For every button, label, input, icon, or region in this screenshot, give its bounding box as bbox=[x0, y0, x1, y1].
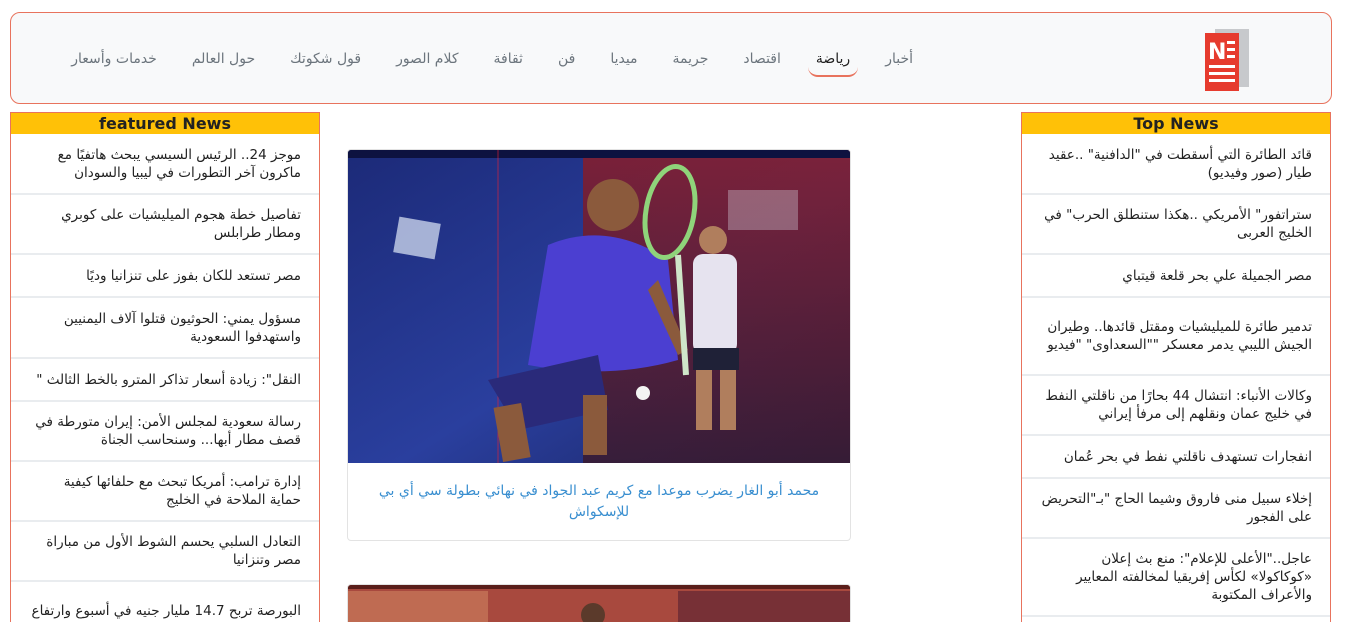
site-header: N أخبار رياضة اقتصاد جريمة ميديا فن ثقاف… bbox=[10, 12, 1332, 104]
top-news-item[interactable]: انفجارات تستهدف ناقلتي نفط في بحر عُمان bbox=[1022, 436, 1330, 479]
nav-item-world[interactable]: حول العالم bbox=[192, 45, 255, 73]
top-news-item[interactable]: إخلاء سبيل منى فاروق وشيما الحاج "بـ"الت… bbox=[1022, 479, 1330, 539]
svg-text:N: N bbox=[1208, 40, 1226, 65]
top-news-item[interactable]: قائد الطائرة التي أسقطت في "الدافنية" ..… bbox=[1022, 134, 1330, 195]
top-news-item[interactable]: مصر الجميلة علي بحر قلعة قيتباي bbox=[1022, 255, 1330, 298]
featured-news-item[interactable]: مصر تستعد للكان بفوز على تنزانيا وديًا bbox=[11, 255, 319, 298]
news-card-title[interactable]: محمد أبو الغار يضرب موعدا مع كريم عبد ال… bbox=[348, 463, 850, 523]
featured-news-title: featured News bbox=[11, 112, 319, 134]
news-card[interactable]: محمد أبو الغار يضرب موعدا مع كريم عبد ال… bbox=[347, 149, 851, 541]
featured-news-item[interactable]: تفاصيل خطة هجوم الميليشيات على كوبري ومط… bbox=[11, 195, 319, 255]
news-card[interactable] bbox=[347, 584, 851, 622]
nav-item-culture[interactable]: ثقافة bbox=[494, 45, 523, 73]
nav-item-media[interactable]: ميديا bbox=[610, 45, 637, 73]
featured-news-item[interactable]: إدارة ترامب: أمريكا تبحث مع حلفائها كيفي… bbox=[11, 462, 319, 522]
featured-news-item[interactable]: التعادل السلبي يحسم الشوط الأول من مبارا… bbox=[11, 522, 319, 582]
featured-news-item[interactable]: موجز 24.. الرئيس السيسي يبحث هاتفيًا مع … bbox=[11, 134, 319, 195]
nav-item-crime[interactable]: جريمة bbox=[673, 45, 709, 73]
featured-news-item[interactable]: النقل": زيادة أسعار تذاكر المترو بالخط ا… bbox=[11, 359, 319, 402]
nav-item-complaints[interactable]: قول شكوتك bbox=[290, 45, 361, 73]
featured-news-item[interactable]: رسالة سعودية لمجلس الأمن: إيران متورطة ف… bbox=[11, 402, 319, 462]
featured-news-panel: featured News موجز 24.. الرئيس السيسي يب… bbox=[10, 112, 320, 622]
newspaper-logo-icon[interactable]: N bbox=[1197, 25, 1255, 93]
nav-item-economy[interactable]: اقتصاد bbox=[743, 45, 780, 73]
main-nav: أخبار رياضة اقتصاد جريمة ميديا فن ثقافة … bbox=[36, 13, 913, 105]
top-news-item[interactable]: تدمير طائرة للميليشيات ومقتل قائدها.. وط… bbox=[1022, 298, 1330, 376]
top-news-list: قائد الطائرة التي أسقطت في "الدافنية" ..… bbox=[1022, 134, 1330, 617]
top-news-item[interactable]: وكالات الأنباء: انتشال 44 بحارًا من ناقل… bbox=[1022, 376, 1330, 436]
squash-photo[interactable] bbox=[348, 585, 850, 622]
featured-news-item[interactable]: البورصة تربح 14.7 مليار جنيه في أسبوع وا… bbox=[11, 582, 319, 622]
featured-news-item[interactable]: مسؤول يمني: الحوثيون قتلوا آلاف اليمنيين… bbox=[11, 298, 319, 359]
top-news-item[interactable]: ستراتفور" الأمريكي ..هكذا ستنطلق الحرب" … bbox=[1022, 195, 1330, 255]
top-news-title: Top News bbox=[1022, 112, 1330, 134]
squash-photo[interactable] bbox=[348, 150, 850, 463]
nav-item-art[interactable]: فن bbox=[558, 45, 575, 73]
top-news-panel: Top News قائد الطائرة التي أسقطت في "الد… bbox=[1021, 112, 1331, 622]
nav-item-news[interactable]: أخبار bbox=[885, 45, 913, 73]
nav-item-photos[interactable]: كلام الصور bbox=[396, 45, 458, 73]
top-news-item[interactable]: عاجل.."الأعلى للإعلام": منع بث إعلان «كو… bbox=[1022, 539, 1330, 617]
nav-item-services[interactable]: خدمات وأسعار bbox=[71, 45, 157, 73]
featured-news-list: موجز 24.. الرئيس السيسي يبحث هاتفيًا مع … bbox=[11, 134, 319, 622]
nav-item-sports[interactable]: رياضة bbox=[807, 45, 859, 77]
